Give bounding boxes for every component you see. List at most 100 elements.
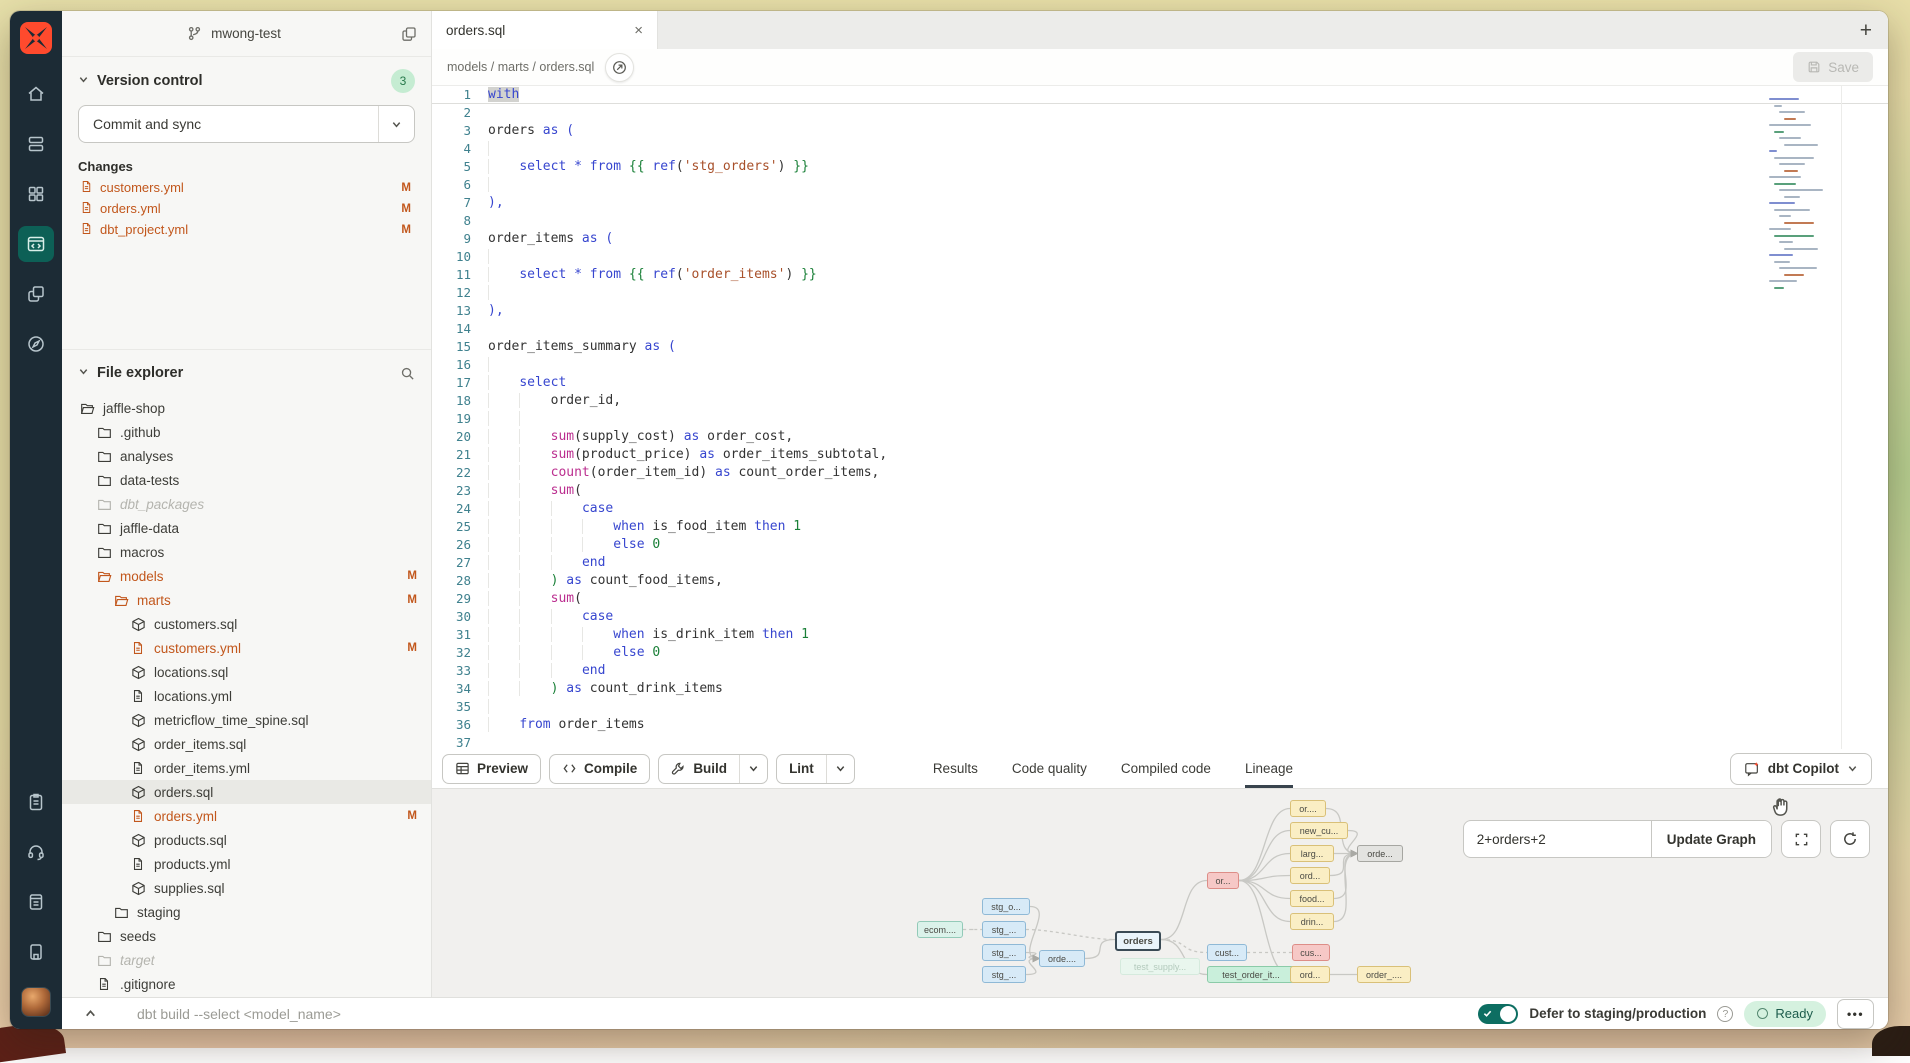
code-line-3[interactable]: 3orders as ( — [432, 122, 1888, 140]
code-line-22[interactable]: 22 count(order_item_id) as count_order_i… — [432, 464, 1888, 482]
tab-orders-sql[interactable]: orders.sql × — [432, 11, 658, 49]
lineage-node-or_pink[interactable]: or... — [1207, 872, 1239, 889]
minimap[interactable] — [1769, 98, 1831, 293]
code-line-8[interactable]: 8 — [432, 212, 1888, 230]
lineage-node-ecom[interactable]: ecom.... — [917, 921, 963, 938]
tree-item-seeds[interactable]: seeds — [62, 924, 431, 948]
code-line-24[interactable]: 24 case — [432, 500, 1888, 518]
lineage-node-stg1[interactable]: stg_o... — [982, 898, 1030, 915]
code-line-29[interactable]: 29 sum( — [432, 590, 1888, 608]
copy-icon[interactable] — [401, 26, 417, 42]
lineage-node-ghost[interactable]: test_supply... — [1120, 958, 1200, 975]
code-line-11[interactable]: 11 select * from {{ ref('order_items') }… — [432, 266, 1888, 284]
fullscreen-button[interactable] — [1781, 820, 1821, 858]
lineage-node-ord1[interactable]: orde.... — [1039, 950, 1085, 967]
code-line-27[interactable]: 27 end — [432, 554, 1888, 572]
tree-item-metricflow_time_spine.sql[interactable]: metricflow_time_spine.sql — [62, 708, 431, 732]
code-line-15[interactable]: 15order_items_summary as ( — [432, 338, 1888, 356]
tree-item-orders.yml[interactable]: orders.ymlM — [62, 804, 431, 828]
home-icon[interactable] — [18, 76, 54, 112]
commit-options-chevron[interactable] — [378, 106, 414, 142]
code-line-10[interactable]: 10 — [432, 248, 1888, 266]
changed-file-dbt_project.yml[interactable]: dbt_project.ymlM — [78, 219, 415, 240]
code-line-18[interactable]: 18 order_id, — [432, 392, 1888, 410]
lineage-node-order_y2[interactable]: order_.... — [1357, 966, 1411, 983]
lineage-node-ord_y[interactable]: ord... — [1290, 966, 1330, 983]
code-line-12[interactable]: 12 — [432, 284, 1888, 302]
new-tab-button[interactable]: + — [1860, 20, 1872, 41]
lineage-node-y2[interactable]: new_cu... — [1290, 822, 1348, 839]
chevron-down-icon[interactable] — [78, 72, 89, 90]
code-line-4[interactable]: 4 — [432, 140, 1888, 158]
help-icon[interactable]: ? — [1717, 1006, 1733, 1022]
lineage-node-test_order[interactable]: test_order_it... — [1207, 966, 1295, 983]
code-line-13[interactable]: 13), — [432, 302, 1888, 320]
tree-item-models[interactable]: modelsM — [62, 564, 431, 588]
update-graph-button[interactable]: Update Graph — [1651, 821, 1771, 857]
commit-and-sync-button[interactable]: Commit and sync — [78, 105, 415, 143]
lineage-node-cus_pink[interactable]: cus... — [1292, 944, 1330, 961]
tree-item-customers.sql[interactable]: customers.sql — [62, 612, 431, 636]
code-editor[interactable]: 1with23orders as (4 5 select * from {{ r… — [432, 86, 1888, 749]
tree-item-locations.sql[interactable]: locations.sql — [62, 660, 431, 684]
code-line-36[interactable]: 36 from order_items — [432, 716, 1888, 734]
changelog-icon[interactable] — [18, 934, 54, 970]
lineage-node-y1[interactable]: or.... — [1290, 800, 1326, 817]
compile-button[interactable]: Compile — [549, 754, 650, 784]
code-line-32[interactable]: 32 else 0 — [432, 644, 1888, 662]
dbt-logo-icon[interactable] — [19, 21, 53, 55]
code-line-14[interactable]: 14 — [432, 320, 1888, 338]
lineage-node-orders[interactable]: orders — [1115, 931, 1161, 951]
tree-item-dbt_packages[interactable]: dbt_packages — [62, 492, 431, 516]
tree-item-jaffle-shop[interactable]: jaffle-shop — [62, 396, 431, 420]
close-icon[interactable]: × — [634, 22, 643, 39]
dbt-copilot-button[interactable]: dbt Copilot — [1730, 753, 1872, 785]
projects-icon[interactable] — [18, 276, 54, 312]
chevron-up-icon[interactable] — [84, 1007, 97, 1020]
code-line-5[interactable]: 5 select * from {{ ref('stg_orders') }} — [432, 158, 1888, 176]
code-line-28[interactable]: 28 ) as count_food_items, — [432, 572, 1888, 590]
tree-item-orders.sql[interactable]: orders.sql — [62, 780, 431, 804]
tree-item-marts[interactable]: martsM — [62, 588, 431, 612]
lineage-node-stg3[interactable]: stg_... — [982, 944, 1026, 961]
deploy-jobs-icon[interactable] — [18, 126, 54, 162]
lineage-node-cust[interactable]: cust... — [1207, 944, 1247, 961]
code-line-17[interactable]: 17 select — [432, 374, 1888, 392]
view-lineage-button[interactable] — [605, 53, 634, 82]
tree-item-locations.yml[interactable]: locations.yml — [62, 684, 431, 708]
tree-item-target[interactable]: target — [62, 948, 431, 972]
lineage-node-y4[interactable]: ord... — [1290, 867, 1330, 884]
build-button[interactable]: Build — [659, 755, 739, 783]
dashboard-grid-icon[interactable] — [18, 176, 54, 212]
tree-item-analyses[interactable]: analyses — [62, 444, 431, 468]
lineage-node-stg2[interactable]: stg_... — [982, 921, 1026, 938]
tree-item-order_items.sql[interactable]: order_items.sql — [62, 732, 431, 756]
tab-compiled-code[interactable]: Compiled code — [1121, 749, 1211, 788]
code-line-35[interactable]: 35 — [432, 698, 1888, 716]
code-line-20[interactable]: 20 sum(supply_cost) as order_cost, — [432, 428, 1888, 446]
develop-ide-icon[interactable] — [18, 226, 54, 262]
tab-lineage[interactable]: Lineage — [1245, 749, 1293, 788]
docs-icon[interactable] — [18, 884, 54, 920]
code-line-21[interactable]: 21 sum(product_price) as order_items_sub… — [432, 446, 1888, 464]
tree-item-data-tests[interactable]: data-tests — [62, 468, 431, 492]
scrollbar-track[interactable] — [1841, 86, 1842, 749]
tree-item-staging[interactable]: staging — [62, 900, 431, 924]
refresh-button[interactable] — [1830, 820, 1870, 858]
tab-code-quality[interactable]: Code quality — [1012, 749, 1087, 788]
preview-button[interactable]: Preview — [442, 754, 541, 784]
tree-item-jaffle-data[interactable]: jaffle-data — [62, 516, 431, 540]
code-line-37[interactable]: 37 — [432, 734, 1888, 749]
code-line-2[interactable]: 2 — [432, 104, 1888, 122]
tab-results[interactable]: Results — [933, 749, 978, 788]
code-line-31[interactable]: 31 when is_drink_item then 1 — [432, 626, 1888, 644]
lineage-node-gray1[interactable]: orde... — [1357, 845, 1403, 862]
support-headset-icon[interactable] — [18, 834, 54, 870]
code-line-9[interactable]: 9order_items as ( — [432, 230, 1888, 248]
tree-item-.github[interactable]: .github — [62, 420, 431, 444]
user-avatar[interactable] — [21, 987, 51, 1017]
code-line-25[interactable]: 25 when is_food_item then 1 — [432, 518, 1888, 536]
changed-file-customers.yml[interactable]: customers.ymlM — [78, 177, 415, 198]
lineage-node-y5[interactable]: food... — [1290, 890, 1334, 907]
defer-toggle[interactable] — [1478, 1004, 1518, 1024]
